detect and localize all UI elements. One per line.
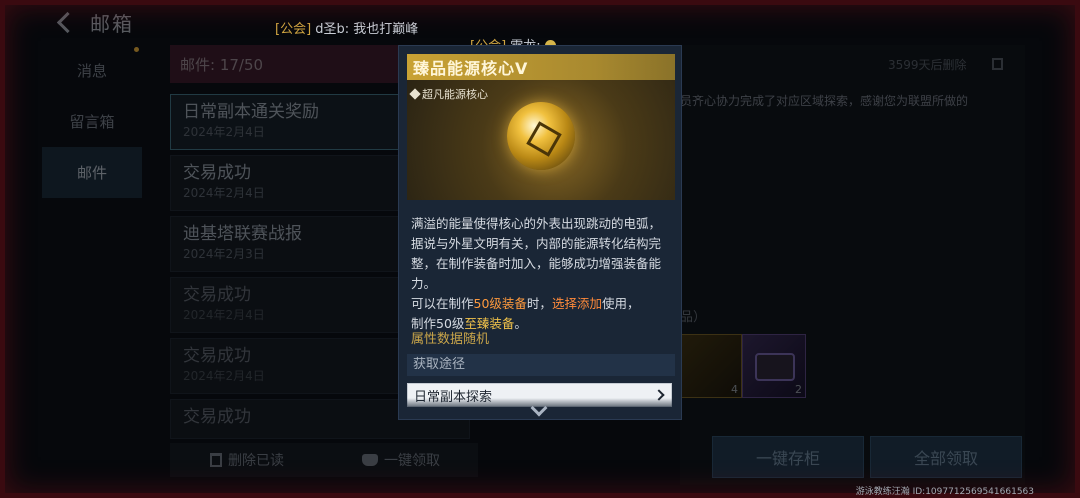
- chat-message: [公会] d圣b: 我也打巅峰: [275, 18, 418, 37]
- desc-text: 可以在制作: [411, 296, 474, 311]
- chat-text: d圣b: 我也打巅峰: [311, 22, 419, 37]
- desc-highlight: 50级装备: [473, 296, 527, 311]
- desc-text: 。: [514, 316, 527, 331]
- item-art: 超凡能源核心: [407, 80, 675, 200]
- chat-channel-tag: [公会]: [275, 22, 312, 37]
- desc-text: 使用，: [601, 296, 640, 311]
- obtain-header: 获取途径: [407, 354, 675, 376]
- item-quality: 超凡能源核心: [409, 86, 488, 102]
- energy-core-icon: [507, 102, 575, 170]
- desc-text: 时，: [526, 296, 552, 311]
- attribute-note: 属性数据随机: [411, 332, 490, 347]
- diamond-icon: [409, 88, 421, 100]
- desc-highlight: 选择添加: [551, 296, 602, 311]
- item-title: 臻品能源核心Ⅴ: [407, 54, 675, 80]
- watermark: 游泳教练汪瀚 ID:1097712569541661563: [855, 487, 1034, 497]
- item-description: 满溢的能量使得核心的外表出现跳动的电弧，据说与外星文明有关，内部的能源转化结构完…: [411, 214, 671, 334]
- item-detail-card: 臻品能源核心Ⅴ 超凡能源核心 满溢的能量使得核心的外表出现跳动的电弧，据说与外星…: [398, 45, 682, 420]
- item-quality-label: 超凡能源核心: [422, 88, 488, 101]
- desc-text: 满溢的能量使得核心的外表出现跳动的电弧，据说与外星文明有关，内部的能源转化结构完…: [411, 216, 662, 291]
